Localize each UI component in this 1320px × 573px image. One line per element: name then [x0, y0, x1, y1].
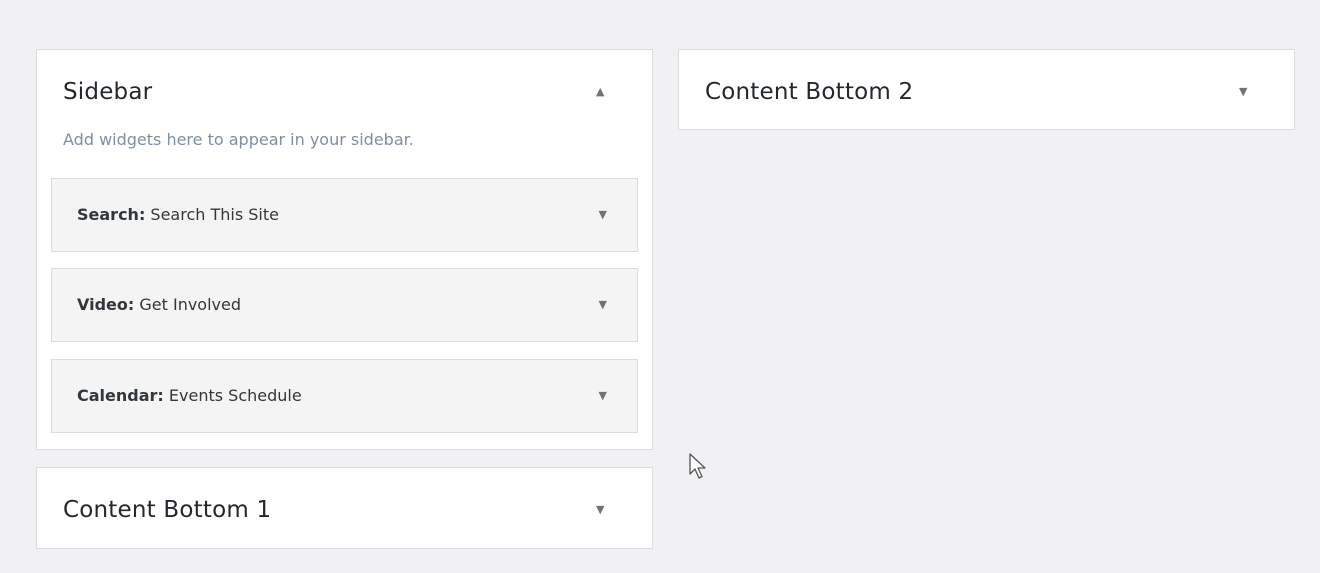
- sidebar-title[interactable]: Sidebar: [63, 79, 152, 105]
- chevron-down-icon[interactable]: ▼: [599, 389, 607, 402]
- widget-title: Search: Search This Site: [77, 205, 279, 224]
- widget-search[interactable]: Search: Search This Site ▼: [51, 178, 638, 252]
- chevron-down-icon[interactable]: ▼: [599, 298, 607, 311]
- chevron-down-icon[interactable]: ▼: [596, 503, 604, 516]
- content-bottom-2-title[interactable]: Content Bottom 2: [705, 79, 913, 105]
- sidebar-description: Add widgets here to appear in your sideb…: [63, 130, 414, 149]
- sidebar-collapse-icon[interactable]: ▲: [596, 85, 604, 98]
- widget-label: Events Schedule: [163, 386, 302, 405]
- widget-calendar[interactable]: Calendar: Events Schedule ▼: [51, 359, 638, 433]
- widget-label: Search This Site: [145, 205, 279, 224]
- widget-title: Video: Get Involved: [77, 295, 241, 314]
- widget-type: Search:: [77, 205, 146, 224]
- widget-type: Calendar:: [77, 386, 164, 405]
- chevron-down-icon[interactable]: ▼: [1239, 85, 1247, 98]
- widget-video[interactable]: Video: Get Involved ▼: [51, 268, 638, 342]
- content-bottom-1-area[interactable]: Content Bottom 1 ▼: [36, 467, 653, 549]
- sidebar-widget-area: Sidebar ▲ Add widgets here to appear in …: [36, 49, 653, 450]
- chevron-down-icon[interactable]: ▼: [599, 208, 607, 221]
- content-bottom-1-title[interactable]: Content Bottom 1: [63, 497, 271, 523]
- widget-title: Calendar: Events Schedule: [77, 386, 302, 405]
- content-bottom-2-area[interactable]: Content Bottom 2 ▼: [678, 49, 1295, 130]
- arrow-cursor-icon: [688, 452, 708, 484]
- widget-label: Get Involved: [134, 295, 241, 314]
- widget-type: Video:: [77, 295, 135, 314]
